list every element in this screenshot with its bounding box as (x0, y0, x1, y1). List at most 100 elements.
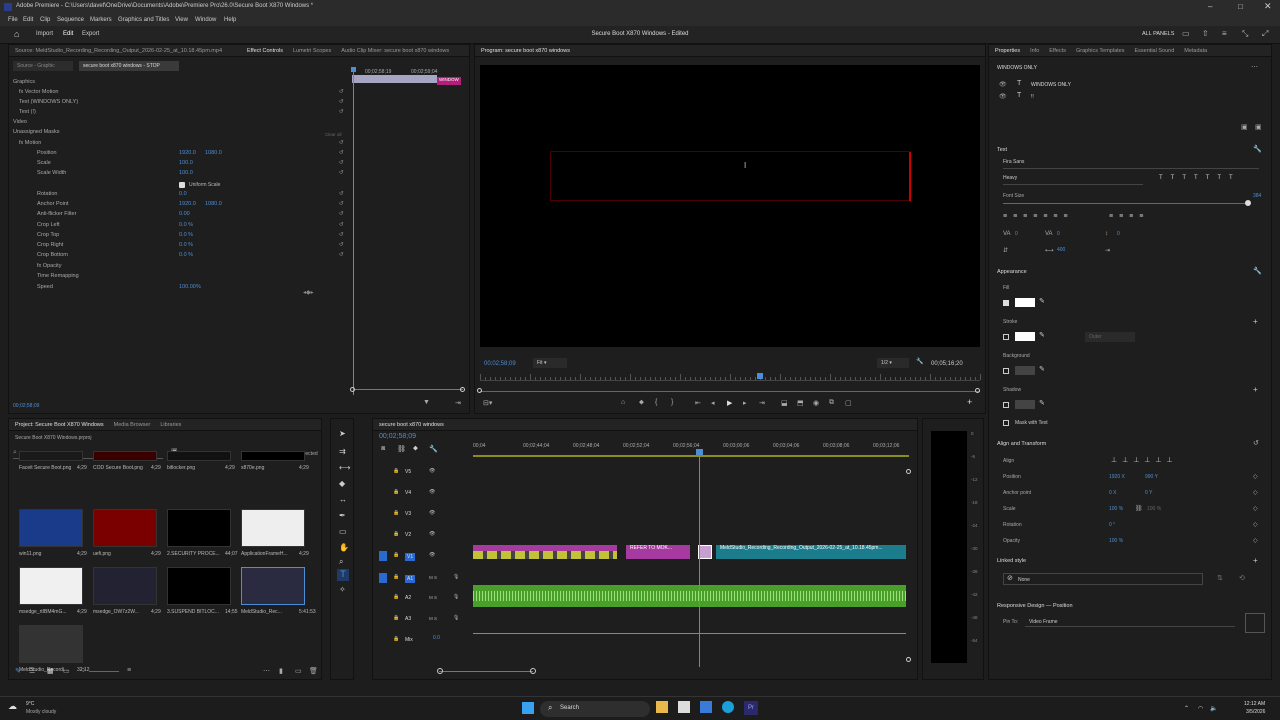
close-icon[interactable]: ✕ (1264, 1, 1272, 12)
ec-mini-clip[interactable]: WINDOW (437, 77, 461, 85)
background-checkbox[interactable] (1003, 368, 1009, 374)
import-tab[interactable]: Import (36, 31, 53, 37)
eye-icon-2[interactable]: 👁 (999, 93, 1007, 100)
menu-view[interactable]: View (175, 17, 188, 23)
tab-program[interactable]: Program: secure boot x870 windows (481, 48, 570, 54)
ripple-edit-icon[interactable]: ⟷ (339, 463, 350, 472)
reset-parameter-icon[interactable]: ↺ (339, 99, 344, 105)
track-lock-icon[interactable]: 🔒 (393, 531, 399, 537)
layer-1[interactable]: WINDOWS ONLY (1031, 82, 1071, 88)
track-mute-icon[interactable]: M S (429, 595, 437, 600)
go-to-out-icon[interactable]: ⇥ (759, 399, 765, 407)
track-header[interactable]: V5 🔒 👁 (373, 467, 473, 479)
push-style-icon[interactable]: ⇅ (1217, 574, 1223, 582)
timeline-zoom-left[interactable] (437, 668, 443, 674)
reset-parameter-icon[interactable]: ↺ (339, 109, 344, 115)
fit-select[interactable]: Fit ▾ (533, 358, 567, 368)
add-stroke-icon[interactable]: + (1253, 317, 1258, 326)
tab-properties[interactable]: Properties (995, 48, 1020, 54)
camera-icon[interactable]: ◉ (813, 399, 819, 407)
menu-sequence[interactable]: Sequence (57, 17, 84, 23)
timeline-marker-icon[interactable]: ⬥ (413, 445, 418, 453)
zoom-slider-track[interactable] (89, 671, 119, 672)
tab-effect-controls[interactable]: Effect Controls (247, 48, 283, 54)
meldstudio-video-clip[interactable]: MeldStudio_Recording_Recording_Output_20… (716, 545, 906, 559)
project-item-thumbnail[interactable] (19, 625, 83, 663)
reset-parameter-icon[interactable]: ↺ (339, 201, 344, 207)
anchor-y[interactable]: 0 Y (1145, 490, 1152, 496)
weather-temp[interactable]: 9°C (26, 701, 34, 707)
effect-row-value-1[interactable]: 0.0 % (179, 242, 193, 248)
mark-out-icon[interactable]: } (671, 399, 673, 406)
tab-lumetri-scopes[interactable]: Lumetri Scopes (293, 48, 331, 54)
track-mic-icon[interactable]: 🎙 (453, 594, 459, 600)
project-item-thumbnail[interactable] (241, 451, 305, 461)
mix-value[interactable]: 0.0 (433, 635, 440, 641)
fill-checkbox[interactable] (1003, 300, 1009, 306)
settings-icon[interactable]: ▢ (845, 399, 852, 407)
maximize-icon[interactable]: □ (1238, 2, 1243, 11)
track-eye-icon[interactable]: 👁 (429, 510, 435, 516)
effect-row[interactable]: fx Vector Motion ↺ (9, 87, 353, 97)
project-item-thumbnail[interactable] (93, 509, 157, 547)
extract-icon[interactable]: ⬒ (797, 399, 804, 407)
menu-edit[interactable]: Edit (23, 17, 33, 23)
track-mute-icon[interactable]: M S (429, 616, 437, 621)
track-eye-icon[interactable]: 👁 (429, 531, 435, 537)
comparison-view-icon[interactable]: ⊟▾ (483, 399, 492, 407)
expand-icon[interactable]: ⤢ (1262, 29, 1268, 39)
effect-row-value-1[interactable]: 1920.0 (179, 201, 196, 207)
project-item-thumbnail[interactable] (167, 451, 231, 461)
clear-all-link[interactable]: Clear all (325, 132, 342, 137)
program-playhead[interactable] (757, 373, 763, 379)
effect-row-value-2[interactable]: 1080.0 (205, 150, 222, 156)
linked-style-header[interactable]: Linked style (997, 558, 1026, 564)
baseline-value[interactable]: 400 (1057, 247, 1065, 253)
effect-row[interactable]: Scale 100.0 ↺ (9, 158, 353, 168)
reset-parameter-icon[interactable]: ↺ (339, 242, 344, 248)
tab-media-browser[interactable]: Media Browser (114, 422, 151, 428)
track-eye-icon[interactable]: 👁 (429, 489, 435, 495)
zoom-slider-handle[interactable]: ○ (81, 667, 85, 674)
shadow-checkbox[interactable] (1003, 402, 1009, 408)
text-format-buttons[interactable]: TTTTTTT (1159, 175, 1241, 181)
tab-info[interactable]: Info (1030, 48, 1039, 54)
icon-view-icon[interactable]: ▦ (47, 667, 54, 675)
ec-zoom-handle-right[interactable] (460, 387, 465, 392)
volume-icon[interactable]: 🔈 (1210, 705, 1217, 712)
timeline-zoom-bar[interactable] (439, 671, 533, 672)
reset-parameter-icon[interactable]: ↺ (339, 211, 344, 217)
font-family-select[interactable]: Fira Sans (1003, 159, 1259, 169)
stroke-color-swatch[interactable] (1015, 332, 1035, 341)
export-tab[interactable]: Export (82, 31, 99, 37)
text-section-header[interactable]: Text (997, 147, 1007, 153)
track-eye-icon[interactable]: 👁 (429, 552, 435, 558)
weather-desc[interactable]: Mostly cloudy (26, 709, 56, 715)
layer-2[interactable]: !! (1031, 94, 1034, 100)
sync-style-icon[interactable]: ⟲ (1239, 574, 1245, 582)
file-explorer-icon[interactable] (656, 701, 668, 713)
position-x[interactable]: 1920 X (1109, 474, 1125, 480)
program-timecode[interactable]: 00;02;58;09 (484, 361, 516, 367)
tracking-value[interactable]: 0 (1015, 231, 1018, 237)
all-panels-button[interactable]: ALL PANELS (1142, 31, 1174, 37)
refer-to-mok-clip[interactable]: REFER TO MOK... (626, 545, 690, 559)
tab-essential-sound[interactable]: Essential Sound (1135, 48, 1175, 54)
program-zoom-bar[interactable] (480, 391, 980, 392)
wifi-icon[interactable]: ◠ (1198, 705, 1203, 712)
tab-metadata[interactable]: Metadata (1184, 48, 1207, 54)
timeline-zoom-right[interactable] (530, 668, 536, 674)
go-to-in-icon[interactable]: ⇤ (695, 399, 701, 407)
track-mute-icon[interactable]: M S (429, 575, 437, 580)
linked-select-icon[interactable]: ⛓ (397, 445, 406, 453)
resolution-select[interactable]: 1/2 ▾ (877, 358, 909, 368)
ec-playhead[interactable] (353, 69, 354, 395)
hand-tool-icon[interactable]: ✋ (339, 543, 349, 552)
effect-row-value-1[interactable]: 0.0 % (179, 232, 193, 238)
track-mic-icon[interactable]: 🎙 (453, 574, 459, 580)
project-item-thumbnail[interactable] (93, 451, 157, 461)
opacity-keyframe-icon[interactable]: ◇ (1253, 537, 1258, 544)
tab-source[interactable]: Source: MeldStudio_Recording_Recording_O… (15, 48, 237, 54)
effect-row[interactable]: Text (!) ↺ (9, 107, 353, 117)
ec-zoom-bar[interactable] (353, 389, 463, 390)
